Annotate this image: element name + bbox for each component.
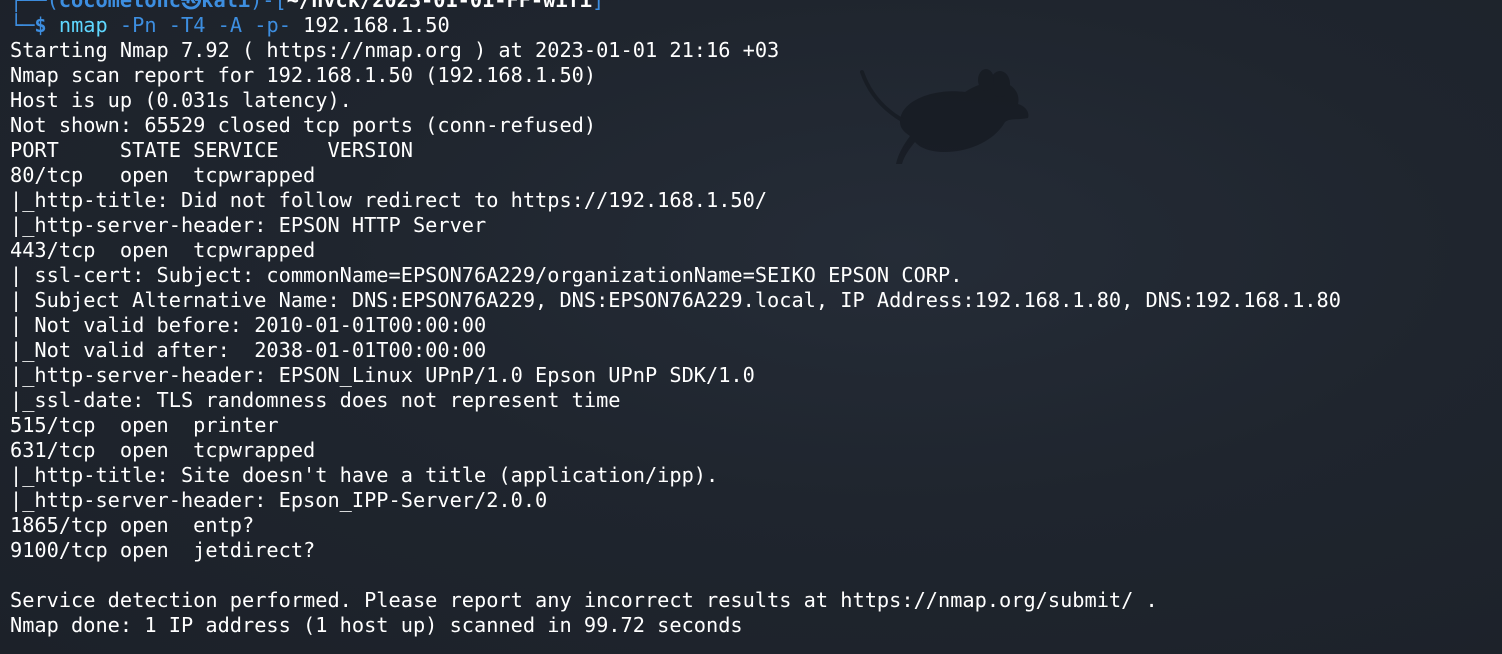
command-flag: -T4 bbox=[168, 13, 206, 37]
output-line: Starting Nmap 7.92 ( https://nmap.org ) … bbox=[10, 38, 780, 62]
script-output-line: |_http-title: Site doesn't have a title … bbox=[10, 463, 719, 487]
output-line: Nmap scan report for 192.168.1.50 (192.1… bbox=[10, 63, 597, 87]
port-row: 443/tcp open tcpwrapped bbox=[10, 238, 316, 262]
prompt-separator: )-[ bbox=[250, 0, 287, 12]
command-target: 192.168.1.50 bbox=[303, 13, 450, 37]
script-output-line: | Subject Alternative Name: DNS:EPSON76A… bbox=[10, 288, 1341, 312]
command-line: └─$ nmap -Pn -T4 -A -p- 192.168.1.50 bbox=[10, 13, 1341, 38]
script-output-line: |_Not valid after: 2038-01-01T00:00:00 bbox=[10, 338, 487, 362]
command-flag: -p- bbox=[254, 13, 291, 37]
prompt-path-end: ] bbox=[591, 0, 605, 12]
prompt-box-bottom: └─ bbox=[10, 13, 35, 37]
output-line: Host is up (0.031s latency). bbox=[10, 88, 352, 112]
prompt-user-host: cocometonc㉿kali bbox=[58, 0, 251, 12]
script-output-line: |_ssl-date: TLS randomness does not repr… bbox=[10, 388, 621, 412]
command-name: nmap bbox=[58, 13, 108, 37]
command-flag: -Pn bbox=[119, 13, 157, 37]
terminal-window[interactable]: ┌──(cocometonc㉿kali)-[~/hvck/2023-01-01-… bbox=[0, 0, 1502, 654]
command-flag: -A bbox=[217, 13, 243, 37]
script-output-line: | ssl-cert: Subject: commonName=EPSON76A… bbox=[10, 263, 963, 287]
script-output-line: |_http-server-header: EPSON_Linux UPnP/1… bbox=[10, 363, 755, 387]
port-row: 9100/tcp open jetdirect? bbox=[10, 538, 316, 562]
prompt-box-start: ┌──( bbox=[10, 0, 59, 12]
prompt-dollar: $ bbox=[34, 13, 47, 37]
script-output-line: | Not valid before: 2010-01-01T00:00:00 bbox=[10, 313, 487, 337]
script-output-line: |_http-title: Did not follow redirect to… bbox=[10, 188, 768, 212]
port-row: 1865/tcp open entp? bbox=[10, 513, 255, 537]
output-line: Nmap done: 1 IP address (1 host up) scan… bbox=[10, 613, 743, 637]
output-line: Not shown: 65529 closed tcp ports (conn-… bbox=[10, 113, 597, 137]
output-line: Service detection performed. Please repo… bbox=[10, 588, 1158, 612]
port-row: 515/tcp open printer bbox=[10, 413, 279, 437]
port-row: 631/tcp open tcpwrapped bbox=[10, 438, 316, 462]
prompt-path: ~/hvck/2023-01-01-FF-wifi bbox=[286, 0, 592, 12]
prompt-line: ┌──(cocometonc㉿kali)-[~/hvck/2023-01-01-… bbox=[10, 0, 1341, 13]
script-output-line: |_http-server-header: EPSON HTTP Server bbox=[10, 213, 487, 237]
script-output-line: |_http-server-header: Epson_IPP-Server/2… bbox=[10, 488, 548, 512]
terminal-output: ┌──(cocometonc㉿kali)-[~/hvck/2023-01-01-… bbox=[10, 0, 1341, 638]
table-header: PORT STATE SERVICE VERSION bbox=[10, 138, 413, 162]
port-row: 80/tcp open tcpwrapped bbox=[10, 163, 316, 187]
